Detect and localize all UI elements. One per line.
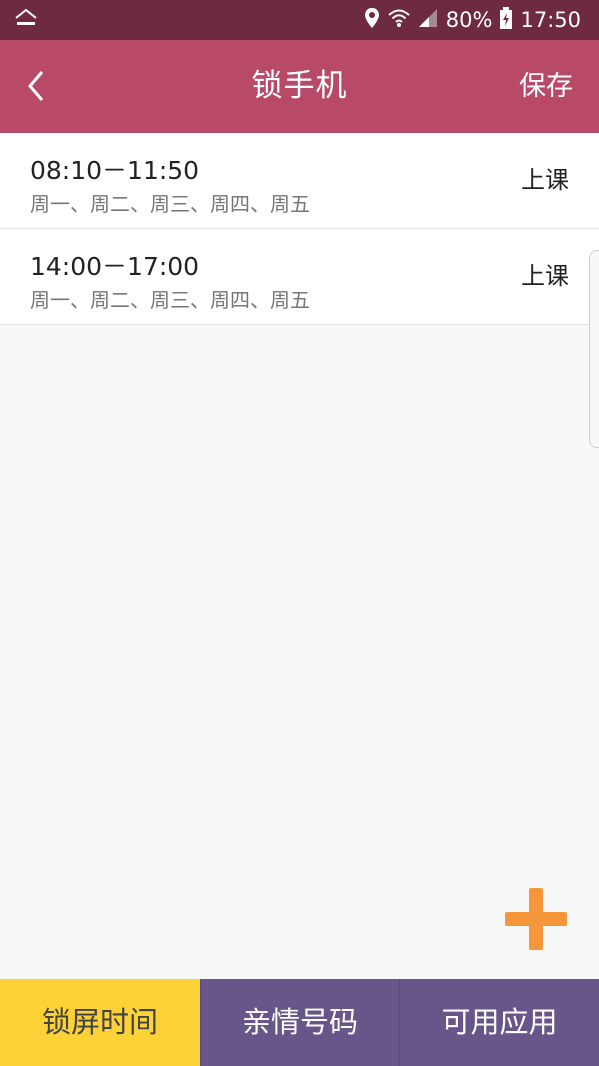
status-bar: 80% 17:50 bbox=[0, 0, 599, 40]
location-icon bbox=[364, 7, 380, 34]
schedule-time: 08:10－11:50 bbox=[30, 156, 200, 185]
add-schedule-button[interactable] bbox=[505, 888, 567, 950]
wifi-icon bbox=[388, 8, 410, 33]
smart-home-icon bbox=[14, 8, 38, 34]
bottom-tab-bar: 锁屏时间 亲情号码 可用应用 bbox=[0, 979, 599, 1066]
save-button[interactable]: 保存 bbox=[519, 40, 573, 133]
signal-icon bbox=[418, 8, 438, 33]
status-time: 17:50 bbox=[520, 8, 581, 32]
schedule-time: 14:00－17:00 bbox=[30, 252, 200, 281]
page-title: 锁手机 bbox=[251, 68, 348, 104]
battery-charging-icon bbox=[500, 6, 513, 34]
tab-lock-time[interactable]: 锁屏时间 bbox=[0, 979, 200, 1066]
tab-allowed-apps[interactable]: 可用应用 bbox=[399, 979, 599, 1066]
battery-percent: 80% bbox=[445, 8, 493, 32]
schedule-mode: 上课 bbox=[521, 262, 569, 290]
schedule-item[interactable]: 14:00－17:00 周一、周二、周三、周四、周五 上课 bbox=[0, 229, 599, 325]
edge-panel-handle[interactable] bbox=[589, 250, 599, 448]
schedule-days: 周一、周二、周三、周四、周五 bbox=[30, 192, 310, 216]
tab-family-numbers[interactable]: 亲情号码 bbox=[200, 979, 399, 1066]
schedule-item[interactable]: 08:10－11:50 周一、周二、周三、周四、周五 上课 bbox=[0, 133, 599, 229]
schedule-mode: 上课 bbox=[521, 166, 569, 194]
schedule-days: 周一、周二、周三、周四、周五 bbox=[30, 288, 310, 312]
app-header: 锁手机 保存 bbox=[0, 40, 599, 133]
schedule-list: 08:10－11:50 周一、周二、周三、周四、周五 上课 14:00－17:0… bbox=[0, 133, 599, 325]
